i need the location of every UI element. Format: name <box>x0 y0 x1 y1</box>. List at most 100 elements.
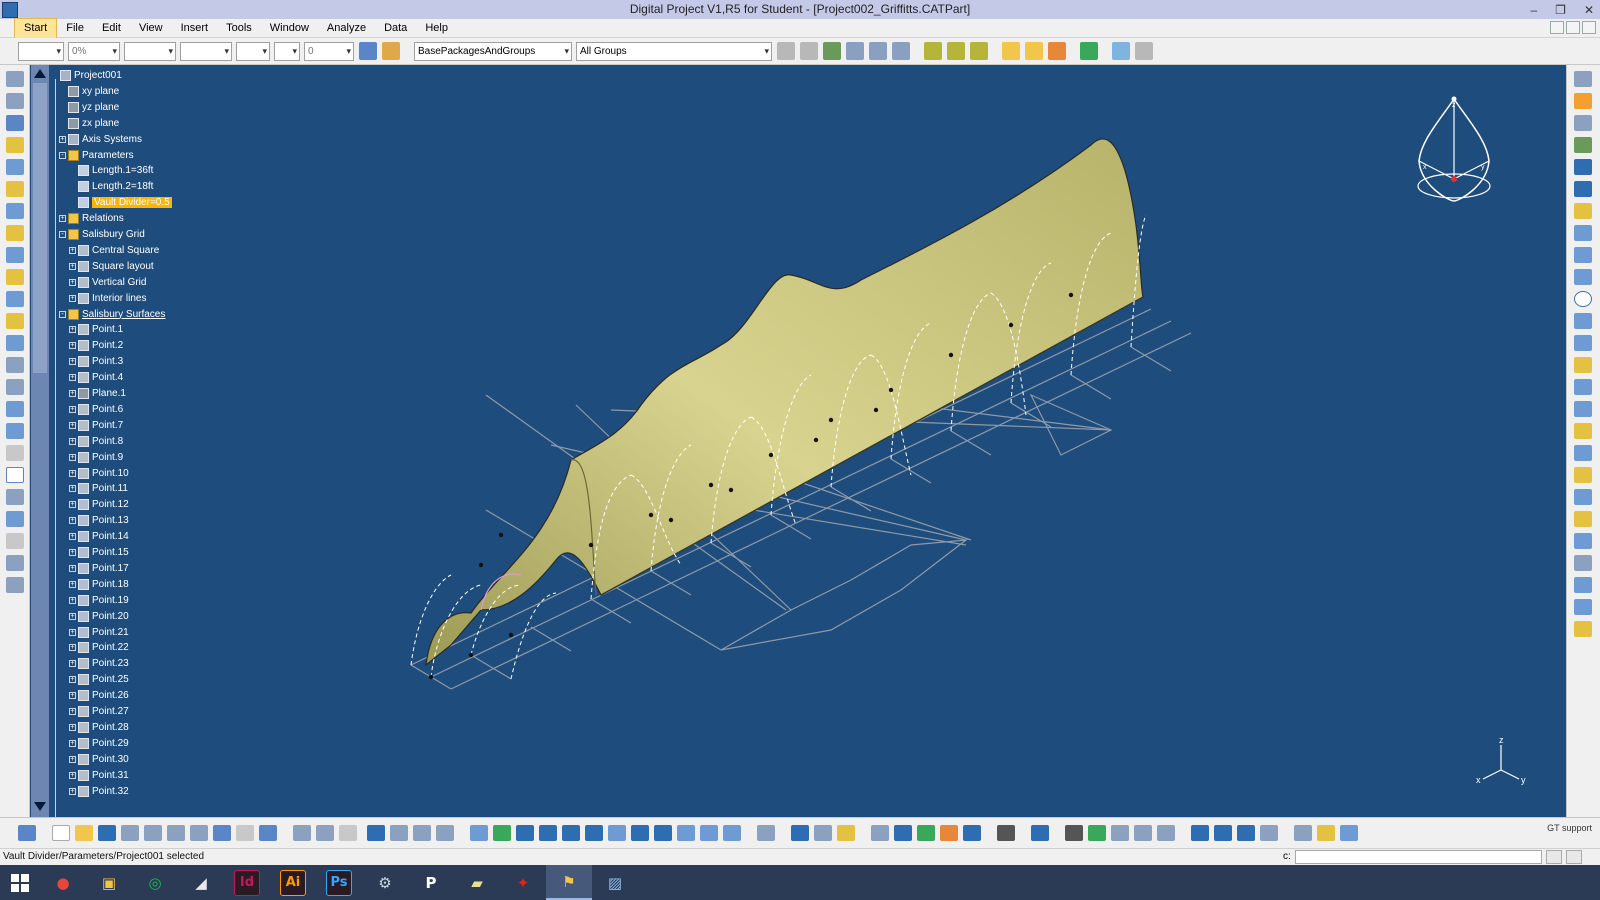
expand-toggle-icon[interactable]: + <box>69 533 76 541</box>
tree-node[interactable]: + Point.20 <box>69 609 129 624</box>
cut-icon[interactable] <box>144 825 162 841</box>
sketch-icon[interactable] <box>6 71 24 87</box>
expand-toggle-icon[interactable]: - <box>59 231 66 238</box>
expand-toggle-icon[interactable]: + <box>69 437 76 445</box>
tree-node[interactable]: + Point.7 <box>69 418 123 433</box>
update-icon[interactable] <box>436 825 454 841</box>
join-tool-icon[interactable] <box>1574 489 1592 505</box>
expand-toggle-icon[interactable]: + <box>69 755 76 763</box>
line-icon[interactable] <box>6 511 24 527</box>
expand-toggle-icon[interactable]: + <box>69 485 76 493</box>
circle-tool-icon[interactable] <box>1574 291 1592 307</box>
expand-toggle-icon[interactable]: + <box>69 405 76 413</box>
tree-node[interactable]: + Square layout <box>69 259 154 274</box>
folder-icon[interactable] <box>1002 42 1020 60</box>
expand-toggle-icon[interactable]: + <box>69 517 76 525</box>
report-icon[interactable] <box>869 42 887 60</box>
tree-scrollbar[interactable] <box>31 65 49 817</box>
taskbar-digital-project[interactable]: ⚑ <box>546 865 592 900</box>
taskbar-illustrator[interactable]: Ai <box>270 865 316 900</box>
apply-material-icon[interactable] <box>1088 825 1106 841</box>
analysis-icon[interactable] <box>1031 825 1049 841</box>
multi-view-icon[interactable] <box>631 825 649 841</box>
snap-icon[interactable] <box>1237 825 1255 841</box>
gt-support-label[interactable]: GT support <box>1547 824 1592 833</box>
menu-analyze[interactable]: Analyze <box>318 19 375 38</box>
insert-object-icon[interactable] <box>924 42 942 60</box>
format-painter-icon[interactable] <box>359 42 377 60</box>
tree-node[interactable]: yz plane <box>59 100 119 115</box>
shaft-icon[interactable] <box>6 181 24 197</box>
menu-tools[interactable]: Tools <box>217 19 261 38</box>
tree-node[interactable]: + Point.28 <box>69 720 129 735</box>
doc-restore-icon[interactable] <box>1566 21 1580 34</box>
tree-node[interactable]: Project001 <box>51 68 122 83</box>
workbench-icon[interactable] <box>6 115 24 131</box>
formula-bottom-icon[interactable] <box>293 825 311 841</box>
menu-edit[interactable]: Edit <box>93 19 130 38</box>
menu-help[interactable]: Help <box>416 19 457 38</box>
formula-icon[interactable] <box>1574 115 1592 131</box>
body-icon[interactable] <box>871 825 889 841</box>
expand-toggle-icon[interactable]: + <box>59 215 66 223</box>
extract-tool-icon[interactable] <box>1574 577 1592 593</box>
expand-toggle-icon[interactable]: - <box>59 151 66 159</box>
rotate-tool-icon[interactable] <box>1574 621 1592 637</box>
geometrical-set-icon[interactable] <box>894 825 912 841</box>
taskbar-spotify[interactable]: ◎ <box>132 865 178 900</box>
scroll-thumb[interactable] <box>33 83 47 373</box>
expand-toggle-icon[interactable]: + <box>69 501 76 509</box>
expand-toggle-icon[interactable]: + <box>69 708 76 715</box>
expand-toggle-icon[interactable]: + <box>69 787 76 795</box>
graphic-properties-icon[interactable] <box>382 42 400 60</box>
tree-node[interactable]: + Point.27 <box>69 704 129 719</box>
render-icon[interactable] <box>1111 825 1129 841</box>
expand-toggle-icon[interactable]: + <box>59 135 66 143</box>
package-combo[interactable]: BasePackagesAndGroups <box>414 41 572 61</box>
render-style-combo[interactable] <box>274 41 300 61</box>
vault-model[interactable] <box>31 65 1566 817</box>
expand-toggle-icon[interactable]: + <box>69 771 76 779</box>
line-type-combo[interactable] <box>180 41 232 61</box>
shell-icon[interactable] <box>6 401 24 417</box>
open-icon[interactable] <box>75 825 93 841</box>
boolean-icon[interactable] <box>940 825 958 841</box>
thread-icon[interactable] <box>6 445 24 461</box>
expand-toggle-icon[interactable]: + <box>69 246 76 254</box>
menu-window[interactable]: Window <box>261 19 318 38</box>
spline-tool-icon[interactable] <box>1574 313 1592 329</box>
zoom-in-icon[interactable] <box>562 825 580 841</box>
expand-toggle-icon[interactable]: - <box>59 310 66 318</box>
expand-toggle-icon[interactable]: + <box>69 342 76 350</box>
tree-node[interactable]: + Point.13 <box>69 513 129 528</box>
tree-node[interactable]: + Point.17 <box>69 561 129 576</box>
select-icon[interactable] <box>1574 93 1592 109</box>
taskbar-indesign[interactable]: Id <box>224 865 270 900</box>
tree-node[interactable]: + Interior lines <box>69 291 146 306</box>
law-icon[interactable] <box>390 825 408 841</box>
expand-toggle-icon[interactable]: + <box>69 660 76 668</box>
trim-tool-icon[interactable] <box>1574 533 1592 549</box>
tree-node[interactable]: - Parameters <box>59 148 134 163</box>
globe-icon[interactable] <box>1065 825 1083 841</box>
expand-toggle-icon[interactable]: + <box>69 739 76 747</box>
tree-node[interactable]: + Point.11 <box>69 481 128 496</box>
help-icon[interactable] <box>259 825 277 841</box>
view-mode-icon[interactable] <box>1340 825 1358 841</box>
ordered-set-icon[interactable] <box>917 825 935 841</box>
menu-data[interactable]: Data <box>375 19 416 38</box>
rib-icon[interactable] <box>6 247 24 263</box>
power-input-field[interactable] <box>1295 850 1542 864</box>
grid-icon[interactable] <box>1191 825 1209 841</box>
translate-tool-icon[interactable] <box>1574 599 1592 615</box>
scroll-up-icon[interactable] <box>34 69 46 78</box>
copy-icon[interactable] <box>167 825 185 841</box>
point-symbol-combo[interactable] <box>236 41 270 61</box>
whats-this-icon[interactable] <box>18 825 36 841</box>
groove-icon[interactable] <box>6 203 24 219</box>
taskbar-chrome[interactable]: ● <box>40 865 86 900</box>
fillet-icon[interactable] <box>6 335 24 351</box>
measure-icon[interactable] <box>846 42 864 60</box>
menu-insert[interactable]: Insert <box>172 19 218 38</box>
tree-node[interactable]: + Point.30 <box>69 752 129 767</box>
